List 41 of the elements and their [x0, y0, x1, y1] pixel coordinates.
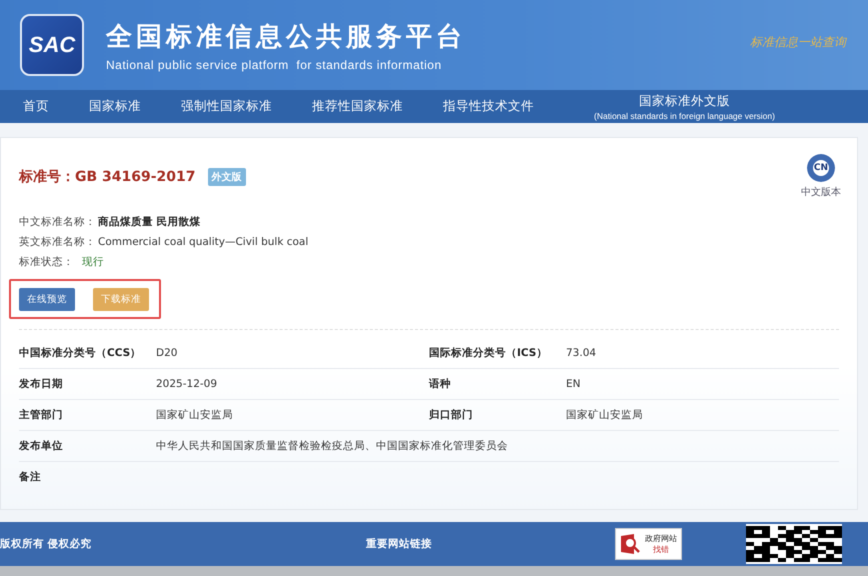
field-value: Commercial coal quality—Civil bulk coal	[98, 236, 308, 248]
slogan: 标准信息一站查询	[750, 34, 846, 50]
magnifier-icon	[620, 533, 642, 555]
sac-logo[interactable]: SAC	[20, 14, 84, 76]
nav-item[interactable]: 国家标准外文版 (National standards in foreign language version)	[581, 92, 788, 120]
field-label: 标准状态：	[19, 255, 74, 269]
detail-label: 备注	[19, 470, 42, 484]
nav-item[interactable]: 国家标准	[76, 98, 154, 115]
qr-code[interactable]	[746, 524, 842, 564]
detail-value: 2025-12-09	[156, 378, 218, 390]
detail-label: 发布日期	[19, 377, 64, 391]
field-value: 商品煤质量 民用散煤	[98, 215, 201, 229]
detail-label: 归口部门	[429, 408, 474, 422]
gov-error-badge[interactable]: 政府网站 找错	[615, 528, 682, 560]
foreign-badge: 外文版	[208, 168, 246, 186]
detail-value: D20	[156, 347, 178, 359]
detail-label: 语种	[429, 377, 452, 391]
nav-item[interactable]: 推荐性国家标准	[299, 98, 416, 115]
detail-value: 中华人民共和国国家质量监督检验检疫总局、中国国家标准化管理委员会	[156, 439, 509, 453]
detail-value: EN	[566, 378, 582, 390]
detail-label: 中国标准分类号（CCS）	[19, 346, 142, 360]
detail-value: 国家矿山安监局	[566, 408, 644, 422]
standard-number: 标准号：GB 34169-2017	[19, 168, 196, 186]
links-heading: 重要网站链接	[366, 537, 433, 551]
action-button[interactable]: 在线预览	[19, 288, 75, 310]
detail-label: 国际标准分类号（ICS）	[429, 346, 548, 360]
nav-item[interactable]: 强制性国家标准	[168, 98, 285, 115]
detail-value: 国家矿山安监局	[156, 408, 234, 422]
chinese-version-link[interactable]: CN 中文版本	[801, 154, 841, 199]
nav-item[interactable]: 首页	[10, 98, 62, 115]
site-subtitle: National public service platform for standards information	[106, 58, 443, 72]
field-label: 英文标准名称：	[19, 235, 96, 249]
copyright-text: 版权所有 侵权必究	[0, 537, 93, 551]
field-value: 现行	[82, 255, 104, 269]
nav-item[interactable]: 指导性技术文件	[430, 98, 547, 115]
site-title: 全国标准信息公共服务平台	[106, 20, 466, 54]
detail-label: 发布单位	[19, 439, 64, 453]
detail-value: 73.04	[566, 347, 598, 359]
detail-label: 主管部门	[19, 408, 64, 422]
field-label: 中文标准名称：	[19, 215, 96, 229]
book-icon: CN	[807, 154, 835, 182]
